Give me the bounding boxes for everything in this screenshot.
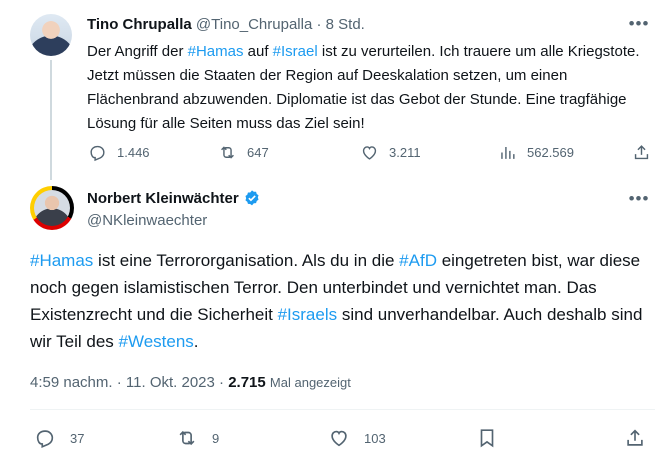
views-count: 2.715 xyxy=(228,374,266,391)
share-button[interactable] xyxy=(632,143,661,162)
timestamp[interactable]: 8 Std. xyxy=(326,16,365,33)
heart-icon xyxy=(331,430,347,447)
avatar[interactable] xyxy=(30,14,72,56)
reply-button[interactable]: 1.446 xyxy=(88,143,150,162)
text-segment: ist eine Terrororganisation. Als du in d… xyxy=(93,251,400,270)
avatar[interactable] xyxy=(30,186,74,230)
views-count: 562.569 xyxy=(527,145,574,160)
tweet-actions: 37 9 103 xyxy=(30,427,660,453)
repost-count: 647 xyxy=(247,145,269,160)
tweet-actions: 1.446 647 3.211 562.569 xyxy=(80,143,660,167)
author-name-row: Norbert Kleinwächter xyxy=(87,189,261,207)
text-segment: Der Angriff der xyxy=(87,43,188,60)
hashtag-link[interactable]: #Westens xyxy=(119,332,194,351)
bookmark-icon xyxy=(480,429,494,448)
hashtag-link[interactable]: #Israel xyxy=(273,43,318,60)
repost-icon xyxy=(179,430,195,446)
tweet-text: Der Angriff der #Hamas auf #Israel ist z… xyxy=(87,40,657,136)
divider xyxy=(30,409,655,410)
share-icon xyxy=(627,429,643,446)
views-button[interactable]: 562.569 xyxy=(498,143,574,162)
hashtag-link[interactable]: #Israels xyxy=(278,305,338,324)
heart-icon xyxy=(362,146,377,160)
verified-badge-icon xyxy=(245,190,259,206)
hashtag-link[interactable]: #Hamas xyxy=(30,251,93,270)
tweet-meta: 4:59 nachm. · 11. Okt. 2023 · 2.715 Mal … xyxy=(30,374,351,391)
more-dots-icon[interactable]: ••• xyxy=(627,190,651,211)
reply-icon xyxy=(90,145,105,162)
hashtag-link[interactable]: #Hamas xyxy=(188,43,244,60)
avatar-photo xyxy=(34,190,70,226)
post-date[interactable]: 11. Okt. 2023 xyxy=(126,374,215,391)
author-handle[interactable]: @Tino_Chrupalla xyxy=(196,16,312,33)
thread-connector-line xyxy=(50,60,52,180)
like-button[interactable]: 103 xyxy=(328,427,386,449)
like-count: 103 xyxy=(364,430,386,446)
tweet-text: #Hamas ist eine Terrororganisation. Als … xyxy=(30,247,655,355)
views-label: Mal angezeigt xyxy=(269,375,351,390)
share-icon xyxy=(634,145,649,160)
reply-icon xyxy=(36,430,54,448)
hashtag-link[interactable]: #AfD xyxy=(399,251,437,270)
separator-dot: · xyxy=(116,374,122,391)
reply-button[interactable]: 37 xyxy=(34,427,84,449)
repost-count: 9 xyxy=(212,430,220,446)
text-segment: auf xyxy=(243,43,273,60)
reply-count: 37 xyxy=(70,430,85,446)
repost-button[interactable]: 647 xyxy=(218,143,269,162)
reply-count: 1.446 xyxy=(117,145,150,160)
like-count: 3.211 xyxy=(389,145,421,160)
bookmark-button[interactable] xyxy=(476,427,512,449)
repost-button[interactable]: 9 xyxy=(176,427,219,449)
reply-tweet[interactable]: Tino Chrupalla @Tino_Chrupalla · 8 Std. … xyxy=(0,0,669,180)
author-handle[interactable]: @NKleinwaechter xyxy=(87,212,207,229)
share-button[interactable] xyxy=(624,427,660,449)
text-segment: . xyxy=(193,332,199,351)
author-name[interactable]: Tino Chrupalla xyxy=(87,16,192,33)
author-name[interactable]: Norbert Kleinwächter xyxy=(87,190,239,207)
analytics-icon xyxy=(501,146,515,159)
post-time[interactable]: 4:59 nachm. xyxy=(30,374,113,391)
separator-dot: · xyxy=(316,16,322,33)
repost-icon xyxy=(221,146,234,159)
more-dots-icon[interactable]: ••• xyxy=(627,15,651,36)
separator-dot: · xyxy=(219,374,225,391)
like-button[interactable]: 3.211 xyxy=(360,143,421,162)
tweet-header: Tino Chrupalla @Tino_Chrupalla · 8 Std. xyxy=(87,16,365,33)
